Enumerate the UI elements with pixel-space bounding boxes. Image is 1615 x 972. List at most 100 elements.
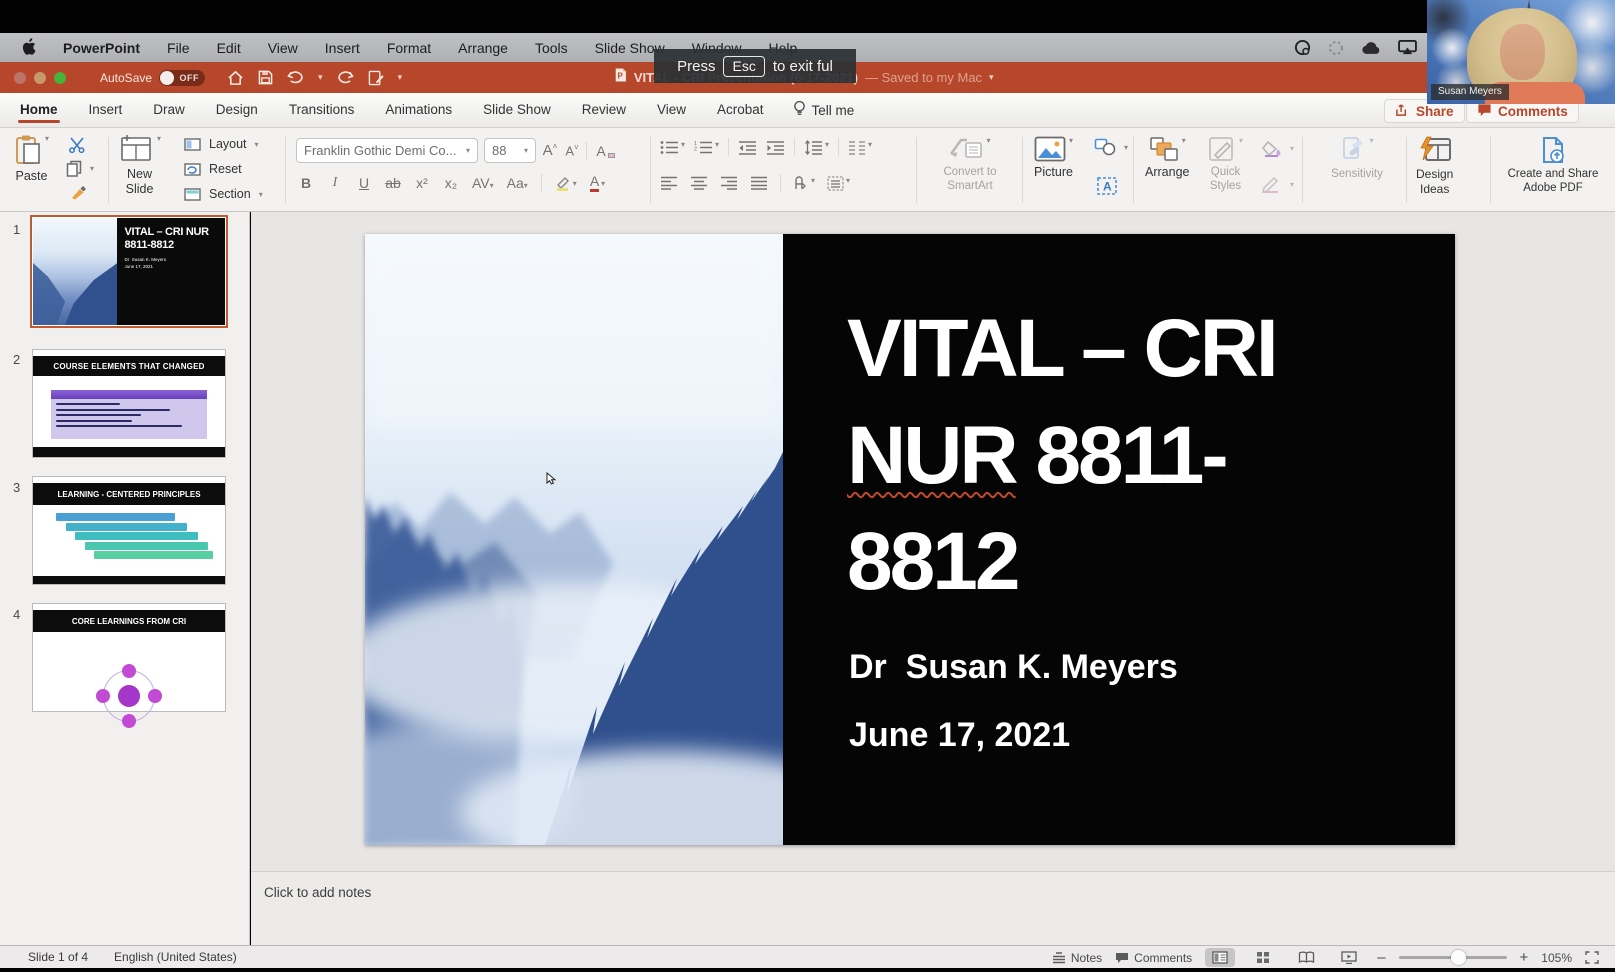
sensitivity-button[interactable]: ▾ Sensitivity <box>1318 136 1396 181</box>
window-close-button[interactable] <box>14 72 26 84</box>
toolbar-options-caret[interactable]: ▾ <box>398 72 403 83</box>
section-button[interactable]: Section ▾ <box>184 187 263 201</box>
numbering-button[interactable]: 12▾ <box>694 140 719 155</box>
format-painter-button[interactable] <box>70 184 88 202</box>
title-dropdown-caret[interactable]: ▾ <box>989 72 994 83</box>
increase-indent-button[interactable] <box>766 140 785 155</box>
comments-toggle-button[interactable]: Comments <box>1115 951 1192 965</box>
saved-status[interactable]: — Saved to my Mac <box>865 70 982 85</box>
redo-icon[interactable] <box>337 70 354 85</box>
layout-button[interactable]: Layout ▾ <box>184 137 259 151</box>
arrange-button[interactable]: ▾ Arrange <box>1145 136 1189 179</box>
new-slide-button[interactable]: ▾ New Slide <box>118 134 161 197</box>
shape-outline-button[interactable]: ▾ <box>1262 176 1294 193</box>
screen-record-icon[interactable] <box>1294 39 1311 56</box>
zoom-in-button[interactable]: + <box>1520 949 1529 966</box>
menu-item-powerpoint[interactable]: PowerPoint <box>63 40 140 56</box>
spinner-icon[interactable] <box>1328 40 1344 56</box>
tab-design[interactable]: Design <box>214 98 260 123</box>
decrease-font-size-button[interactable]: A˅ <box>564 143 580 158</box>
tab-animations[interactable]: Animations <box>383 98 454 123</box>
tab-view[interactable]: View <box>655 98 688 123</box>
align-right-button[interactable] <box>720 176 738 190</box>
shapes-button[interactable]: ▾ <box>1094 138 1128 156</box>
tab-transitions[interactable]: Transitions <box>287 98 357 123</box>
align-text-button[interactable]: ▾ <box>827 176 850 191</box>
autosave-toggle[interactable]: OFF <box>159 70 205 86</box>
tab-review[interactable]: Review <box>580 98 628 123</box>
undo-icon[interactable] <box>287 70 304 85</box>
save-icon[interactable] <box>258 70 273 85</box>
zoom-out-button[interactable]: – <box>1377 949 1385 966</box>
tell-me-control[interactable]: Tell me <box>793 100 855 120</box>
window-minimize-button[interactable] <box>34 72 46 84</box>
design-ideas-button[interactable]: Design Ideas <box>1416 136 1453 197</box>
notes-pane[interactable]: Click to add notes <box>251 871 1615 945</box>
shape-fill-button[interactable]: ▾ <box>1262 140 1294 157</box>
slideshow-view-button[interactable] <box>1334 948 1364 967</box>
reset-button[interactable]: Reset <box>184 162 242 176</box>
slide-thumbnail-1[interactable]: VITAL – CRI NUR 8811-8812 Dr Susan K. Me… <box>33 218 225 325</box>
clear-formatting-button[interactable]: A <box>593 143 609 159</box>
reading-view-button[interactable] <box>1291 948 1321 967</box>
bullets-button[interactable]: ▾ <box>660 140 685 155</box>
slide-thumbnail-3[interactable]: LEARNING - CENTERED PRINCIPLES <box>33 477 225 584</box>
notes-toggle-button[interactable]: Notes <box>1052 951 1102 965</box>
align-left-button[interactable] <box>660 176 678 190</box>
menu-item-tools[interactable]: Tools <box>535 40 568 56</box>
subscript-button[interactable]: x₂ <box>443 175 459 191</box>
superscript-button[interactable]: x² <box>414 175 430 191</box>
cloud-icon[interactable] <box>1361 41 1381 55</box>
slide-title-textbox[interactable]: VITAL – CRI NUR 8811- 8812 <box>847 296 1427 616</box>
slide-thumbnail-4[interactable]: CORE LEARNINGS FROM CRI <box>33 604 225 711</box>
increase-font-size-button[interactable]: A˄ <box>542 142 558 159</box>
slide-canvas[interactable]: VITAL – CRI NUR 8811- 8812 Dr Susan K. M… <box>365 234 1455 845</box>
strikethrough-button[interactable]: ab <box>385 175 401 191</box>
menu-item-format[interactable]: Format <box>387 40 431 56</box>
slide-sorter-view-button[interactable] <box>1248 948 1278 967</box>
highlight-color-button[interactable]: ▾ <box>555 175 577 191</box>
columns-button[interactable]: ▾ <box>848 140 872 155</box>
slide-thumbnail-2[interactable]: COURSE ELEMENTS THAT CHANGED <box>33 350 225 457</box>
language-indicator[interactable]: English (United States) <box>114 950 237 964</box>
text-box-button[interactable]: A <box>1096 176 1118 196</box>
home-quick-icon[interactable] <box>227 70 244 86</box>
menu-item-file[interactable]: File <box>167 40 190 56</box>
notes-placeholder[interactable]: Click to add notes <box>264 885 371 900</box>
line-spacing-button[interactable]: ▾ <box>804 140 829 155</box>
convert-to-smartart-button[interactable]: ▾ Convert to SmartArt <box>926 136 1014 194</box>
decrease-indent-button[interactable] <box>738 140 757 155</box>
fit-to-window-button[interactable] <box>1585 951 1599 964</box>
change-case-button[interactable]: Aa▾ <box>507 175 528 191</box>
airplay-icon[interactable] <box>1398 40 1417 55</box>
tab-home[interactable]: Home <box>18 98 60 123</box>
normal-view-button[interactable] <box>1205 948 1235 967</box>
quick-styles-button[interactable]: ▾ Quick Styles <box>1208 136 1243 194</box>
font-size-combobox[interactable]: 88▾ <box>484 138 536 163</box>
tab-insert[interactable]: Insert <box>87 98 125 123</box>
picture-button[interactable]: ▾ Picture <box>1034 136 1073 179</box>
text-direction-button[interactable]: ▾ <box>793 176 815 191</box>
character-spacing-button[interactable]: AV▾ <box>472 175 494 191</box>
font-name-combobox[interactable]: Franklin Gothic Demi Co...▾ <box>296 138 478 163</box>
italic-button[interactable]: I <box>327 175 343 191</box>
paste-button[interactable]: ▾ Paste <box>14 134 49 183</box>
align-center-button[interactable] <box>690 176 708 190</box>
zoom-slider-thumb[interactable] <box>1451 950 1466 965</box>
menu-item-view[interactable]: View <box>268 40 298 56</box>
tab-acrobat[interactable]: Acrobat <box>715 98 766 123</box>
slide-author-textbox[interactable]: Dr Susan K. Meyers <box>849 648 1178 687</box>
zoom-level[interactable]: 105% <box>1541 951 1572 965</box>
slide-date-textbox[interactable]: June 17, 2021 <box>849 716 1070 755</box>
tab-slide-show[interactable]: Slide Show <box>481 98 553 123</box>
menu-item-insert[interactable]: Insert <box>325 40 360 56</box>
window-zoom-button[interactable] <box>54 72 66 84</box>
bold-button[interactable]: B <box>298 175 314 191</box>
tab-draw[interactable]: Draw <box>151 98 187 123</box>
copy-button[interactable]: ▾ <box>66 160 94 177</box>
underline-button[interactable]: U <box>356 175 372 191</box>
apple-menu-icon[interactable] <box>22 38 36 58</box>
cut-button[interactable] <box>68 137 86 153</box>
font-color-button[interactable]: A▾ <box>590 174 605 192</box>
justify-button[interactable] <box>750 176 768 190</box>
